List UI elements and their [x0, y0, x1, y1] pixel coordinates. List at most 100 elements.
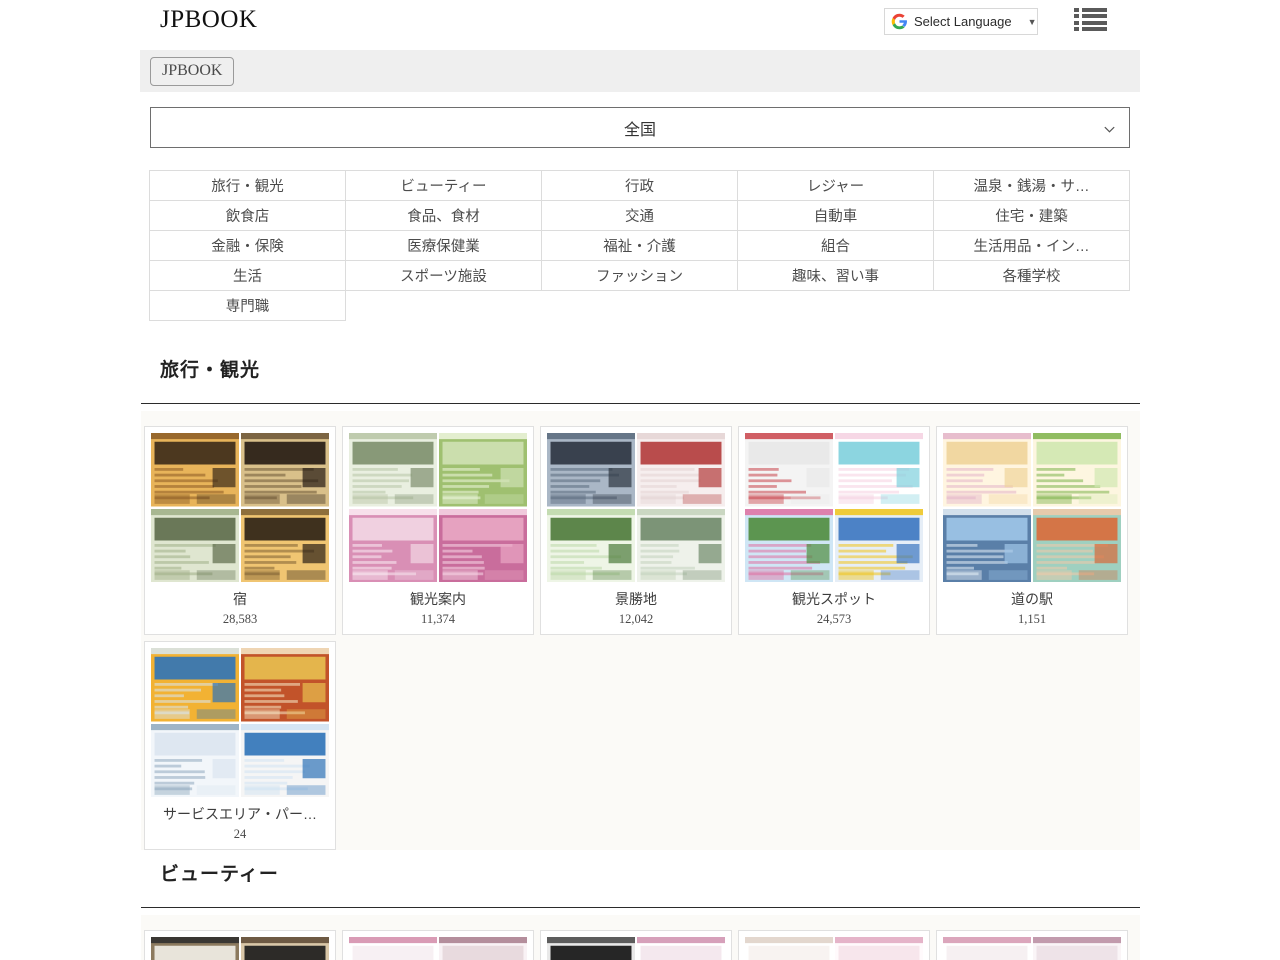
- thumbnail-image: [943, 937, 1031, 960]
- card-label: 景勝地: [547, 589, 725, 609]
- category-cell[interactable]: ビューティー: [346, 171, 542, 201]
- thumbnail-image: [151, 433, 239, 507]
- category-card[interactable]: 道の駅1,151: [936, 426, 1128, 635]
- region-select[interactable]: 全国: [150, 107, 1130, 148]
- thumbnail-image: [637, 937, 725, 960]
- category-card[interactable]: [540, 930, 732, 960]
- thumbnail-image: [835, 937, 923, 960]
- thumbnail-image: [439, 433, 527, 507]
- card-thumbnail-collage: [943, 937, 1121, 960]
- category-card[interactable]: [936, 930, 1128, 960]
- card-grid: 宿 28,583 観光案内 11,374 景勝地12,042 観光スポット 24,573 道の…: [141, 421, 1140, 850]
- category-cell-empty: [346, 291, 542, 321]
- category-cell[interactable]: 趣味、習い事: [738, 261, 934, 291]
- site-logo[interactable]: JPBOOK: [160, 6, 257, 34]
- thumbnail-image: [1033, 433, 1121, 507]
- thumbnail-image: [151, 937, 239, 960]
- card-thumbnail-collage: [151, 648, 329, 797]
- category-cell[interactable]: 住宅・建築: [934, 201, 1130, 231]
- chevron-down-icon[interactable]: ▼: [1024, 17, 1039, 27]
- card-thumbnail-collage: [349, 433, 527, 582]
- category-card[interactable]: [144, 930, 336, 960]
- category-cell[interactable]: スポーツ施設: [346, 261, 542, 291]
- section-title: ビューティー: [160, 859, 279, 886]
- card-thumbnail-collage: [151, 433, 329, 582]
- thumbnail-image: [637, 433, 725, 507]
- category-cell[interactable]: 旅行・観光: [150, 171, 346, 201]
- category-cell-empty: [738, 291, 934, 321]
- card-count: 28,583: [151, 612, 329, 627]
- category-card[interactable]: [342, 930, 534, 960]
- category-cell-empty: [542, 291, 738, 321]
- category-cell[interactable]: ファッション: [542, 261, 738, 291]
- category-cell[interactable]: 福祉・介護: [542, 231, 738, 261]
- card-count: 24: [151, 827, 329, 842]
- thumbnail-image: [241, 937, 329, 960]
- category-cell[interactable]: 組合: [738, 231, 934, 261]
- menu-row: [1074, 27, 1107, 31]
- category-row: 旅行・観光ビューティー行政レジャー温泉・銭湯・サ…: [150, 171, 1130, 201]
- category-card[interactable]: 観光スポット 24,573: [738, 426, 930, 635]
- breadcrumb: JPBOOK: [140, 50, 1140, 92]
- card-count: 24,573: [745, 612, 923, 627]
- card-thumbnail-collage: [745, 937, 923, 960]
- thumbnail-image: [241, 648, 329, 722]
- translate-label: Select Language: [914, 14, 1012, 29]
- category-card[interactable]: サービスエリア・パー…24: [144, 641, 336, 850]
- card-thumbnail-collage: [943, 433, 1121, 582]
- card-label: 観光スポット: [745, 589, 923, 609]
- category-cell[interactable]: 行政: [542, 171, 738, 201]
- category-cell[interactable]: 各種学校: [934, 261, 1130, 291]
- category-row: 飲食店食品、食材交通自動車住宅・建築: [150, 201, 1130, 231]
- section-divider: [141, 403, 1140, 404]
- card-count: 1,151: [943, 612, 1121, 627]
- category-cell[interactable]: 自動車: [738, 201, 934, 231]
- category-cell[interactable]: 医療保健業: [346, 231, 542, 261]
- thumbnail-image: [241, 724, 329, 798]
- site-header: JPBOOK Select Language ▼: [0, 0, 1280, 44]
- category-card[interactable]: 観光案内 11,374: [342, 426, 534, 635]
- thumbnail-image: [745, 509, 833, 583]
- category-cell[interactable]: 金融・保険: [150, 231, 346, 261]
- thumbnail-image: [241, 509, 329, 583]
- category-card[interactable]: [738, 930, 930, 960]
- section-card-container: [141, 915, 1140, 960]
- page-root: JPBOOK Select Language ▼ JPBOOK: [0, 0, 1280, 960]
- card-count: 11,374: [349, 612, 527, 627]
- thumbnail-image: [151, 648, 239, 722]
- thumbnail-image: [943, 509, 1031, 583]
- category-cell[interactable]: レジャー: [738, 171, 934, 201]
- category-row: 専門職: [150, 291, 1130, 321]
- thumbnail-image: [547, 509, 635, 583]
- category-cell[interactable]: 生活用品・イン…: [934, 231, 1130, 261]
- category-card[interactable]: 景勝地12,042: [540, 426, 732, 635]
- category-cell[interactable]: 飲食店: [150, 201, 346, 231]
- region-select-value: 全国: [624, 116, 656, 140]
- category-cell[interactable]: 食品、食材: [346, 201, 542, 231]
- thumbnail-image: [637, 509, 725, 583]
- category-cell[interactable]: 専門職: [150, 291, 346, 321]
- menu-row: [1074, 8, 1107, 12]
- thumbnail-image: [835, 509, 923, 583]
- thumbnail-image: [151, 724, 239, 798]
- thumbnail-image: [1033, 937, 1121, 960]
- category-row: 生活スポーツ施設ファッション趣味、習い事各種学校: [150, 261, 1130, 291]
- card-thumbnail-collage: [547, 433, 725, 582]
- category-card[interactable]: 宿 28,583: [144, 426, 336, 635]
- google-translate-widget[interactable]: Select Language ▼: [884, 8, 1038, 35]
- section-divider: [141, 907, 1140, 908]
- thumbnail-image: [439, 937, 527, 960]
- thumbnail-image: [241, 433, 329, 507]
- breadcrumb-item-jpbook[interactable]: JPBOOK: [150, 57, 234, 86]
- card-label: 観光案内: [349, 589, 527, 609]
- category-cell[interactable]: 温泉・銭湯・サ…: [934, 171, 1130, 201]
- card-label: 宿: [151, 589, 329, 609]
- thumbnail-image: [745, 937, 833, 960]
- thumbnail-image: [439, 509, 527, 583]
- thumbnail-image: [1033, 509, 1121, 583]
- thumbnail-image: [745, 433, 833, 507]
- category-cell[interactable]: 生活: [150, 261, 346, 291]
- category-cell[interactable]: 交通: [542, 201, 738, 231]
- card-thumbnail-collage: [547, 937, 725, 960]
- list-menu-icon[interactable]: [1074, 6, 1107, 33]
